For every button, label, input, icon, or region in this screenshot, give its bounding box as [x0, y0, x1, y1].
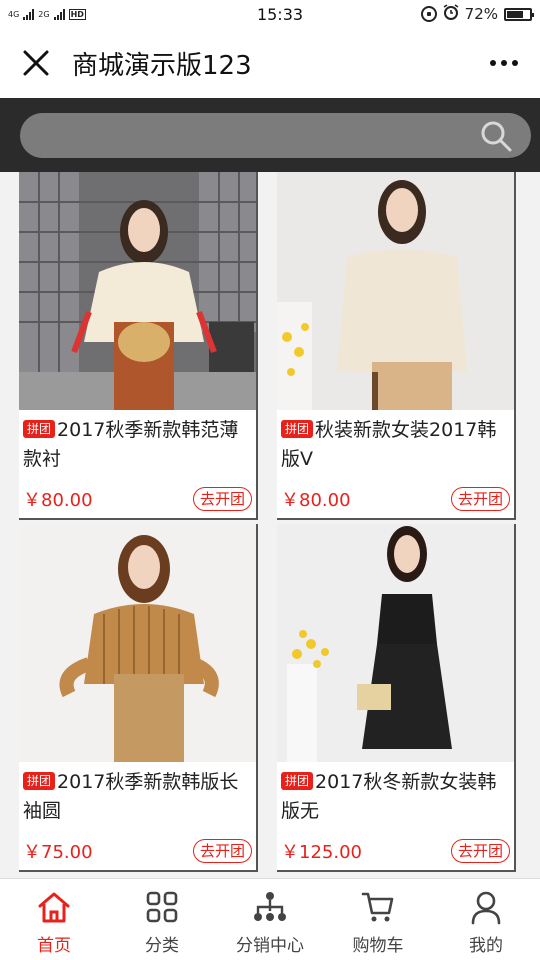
bottom-tab-bar: 首页 分类 分销中心 购物车 我的	[0, 878, 540, 960]
price-row: ￥75.00 去开团	[23, 838, 252, 864]
product-info: 拼团 2017秋冬新款女装韩版无 ￥125.00 去开团	[277, 762, 514, 870]
signal-area: 4G 2G HD	[8, 8, 148, 20]
product-price: ￥80.00	[23, 490, 93, 511]
product-name[interactable]: 拼团 2017秋季新款韩范薄款衬	[23, 416, 252, 476]
product-image[interactable]	[277, 172, 514, 410]
home-icon	[38, 892, 70, 923]
lock-rotation-icon	[420, 6, 437, 22]
tab-label: 分类	[145, 936, 179, 956]
search-input[interactable]	[20, 113, 531, 158]
product-info: 拼团 2017秋季新款韩版长袖圆 ￥75.00 去开团	[19, 762, 256, 870]
product-card[interactable]: 拼团 2017秋冬新款女装韩版无 ￥125.00 去开团	[277, 524, 516, 872]
group-buy-tag: 拼团	[23, 420, 56, 438]
close-button[interactable]	[0, 28, 72, 98]
product-price: ￥75.00	[23, 842, 93, 863]
title-bar: 商城演示版123	[0, 28, 540, 98]
search-icon[interactable]	[479, 119, 513, 153]
search-bar	[0, 98, 540, 172]
tab-profile[interactable]: 我的	[432, 879, 540, 960]
product-name[interactable]: 拼团 秋装新款女装2017韩版V	[281, 416, 510, 476]
product-image[interactable]	[277, 524, 514, 762]
product-name-text: 2017秋季新款韩范薄款衬	[23, 419, 239, 470]
product-info: 拼团 秋装新款女装2017韩版V ￥80.00 去开团	[277, 410, 514, 518]
clock: 15:33	[256, 4, 304, 24]
hd-badge: HD	[68, 8, 86, 20]
tab-home[interactable]: 首页	[0, 879, 108, 960]
tab-label: 首页	[37, 936, 71, 956]
battery-icon	[504, 7, 534, 21]
group-buy-tag: 拼团	[23, 772, 56, 790]
tab-distribution[interactable]: 分销中心	[216, 879, 324, 960]
more-button[interactable]	[468, 28, 540, 98]
cart-icon	[361, 892, 394, 922]
category-icon	[146, 891, 178, 923]
tab-category[interactable]: 分类	[108, 879, 216, 960]
group-buy-tag: 拼团	[281, 772, 314, 790]
price-row: ￥80.00 去开团	[23, 486, 252, 512]
product-price: ￥80.00	[281, 490, 351, 511]
product-name[interactable]: 拼团 2017秋冬新款女装韩版无	[281, 768, 510, 828]
product-name-text: 2017秋冬新款女装韩版无	[281, 771, 497, 822]
alarm-icon	[443, 4, 459, 24]
price-row: ￥125.00 去开团	[281, 838, 510, 864]
group-buy-tag: 拼团	[281, 420, 314, 438]
close-icon	[23, 50, 49, 76]
network-label-2: 2G	[38, 9, 50, 19]
page-title: 商城演示版123	[72, 50, 252, 81]
product-info: 拼团 2017秋季新款韩范薄款衬 ￥80.00 去开团	[19, 410, 256, 518]
price-row: ￥80.00 去开团	[281, 486, 510, 512]
start-group-button[interactable]: 去开团	[450, 487, 510, 511]
distribution-icon	[254, 892, 286, 921]
tab-label: 分销中心	[236, 936, 304, 956]
product-grid: 拼团 2017秋季新款韩范薄款衬 ￥80.00 去开团 拼团 秋装新款女装2017韩…	[0, 172, 540, 878]
start-group-button[interactable]: 去开团	[450, 839, 510, 863]
product-price: ￥125.00	[281, 842, 362, 863]
product-card[interactable]: 拼团 2017秋季新款韩版长袖圆 ￥75.00 去开团	[19, 524, 258, 872]
product-name-text: 秋装新款女装2017韩版V	[281, 419, 497, 470]
tab-cart[interactable]: 购物车	[324, 879, 432, 960]
tab-label: 我的	[469, 936, 503, 956]
product-image[interactable]	[19, 524, 256, 762]
start-group-button[interactable]: 去开团	[192, 839, 252, 863]
product-name-text: 2017秋季新款韩版长袖圆	[23, 771, 239, 822]
more-icon-dot	[512, 60, 518, 66]
status-bar: 4G 2G HD 15:33 72%	[0, 0, 540, 28]
more-icon-dot	[490, 60, 496, 66]
product-name[interactable]: 拼团 2017秋季新款韩版长袖圆	[23, 768, 252, 828]
signal-icon	[23, 8, 35, 20]
status-right: 72%	[372, 4, 534, 24]
more-icon-dot	[501, 60, 507, 66]
start-group-button[interactable]: 去开团	[192, 487, 252, 511]
network-label-1: 4G	[8, 9, 20, 19]
signal-icon-2	[53, 8, 65, 20]
battery-percent: 72%	[464, 5, 498, 23]
product-card[interactable]: 拼团 秋装新款女装2017韩版V ￥80.00 去开团	[277, 172, 516, 520]
product-card[interactable]: 拼团 2017秋季新款韩范薄款衬 ￥80.00 去开团	[19, 172, 258, 520]
user-icon	[471, 891, 501, 925]
product-image[interactable]	[19, 172, 256, 410]
tab-label: 购物车	[352, 936, 404, 956]
